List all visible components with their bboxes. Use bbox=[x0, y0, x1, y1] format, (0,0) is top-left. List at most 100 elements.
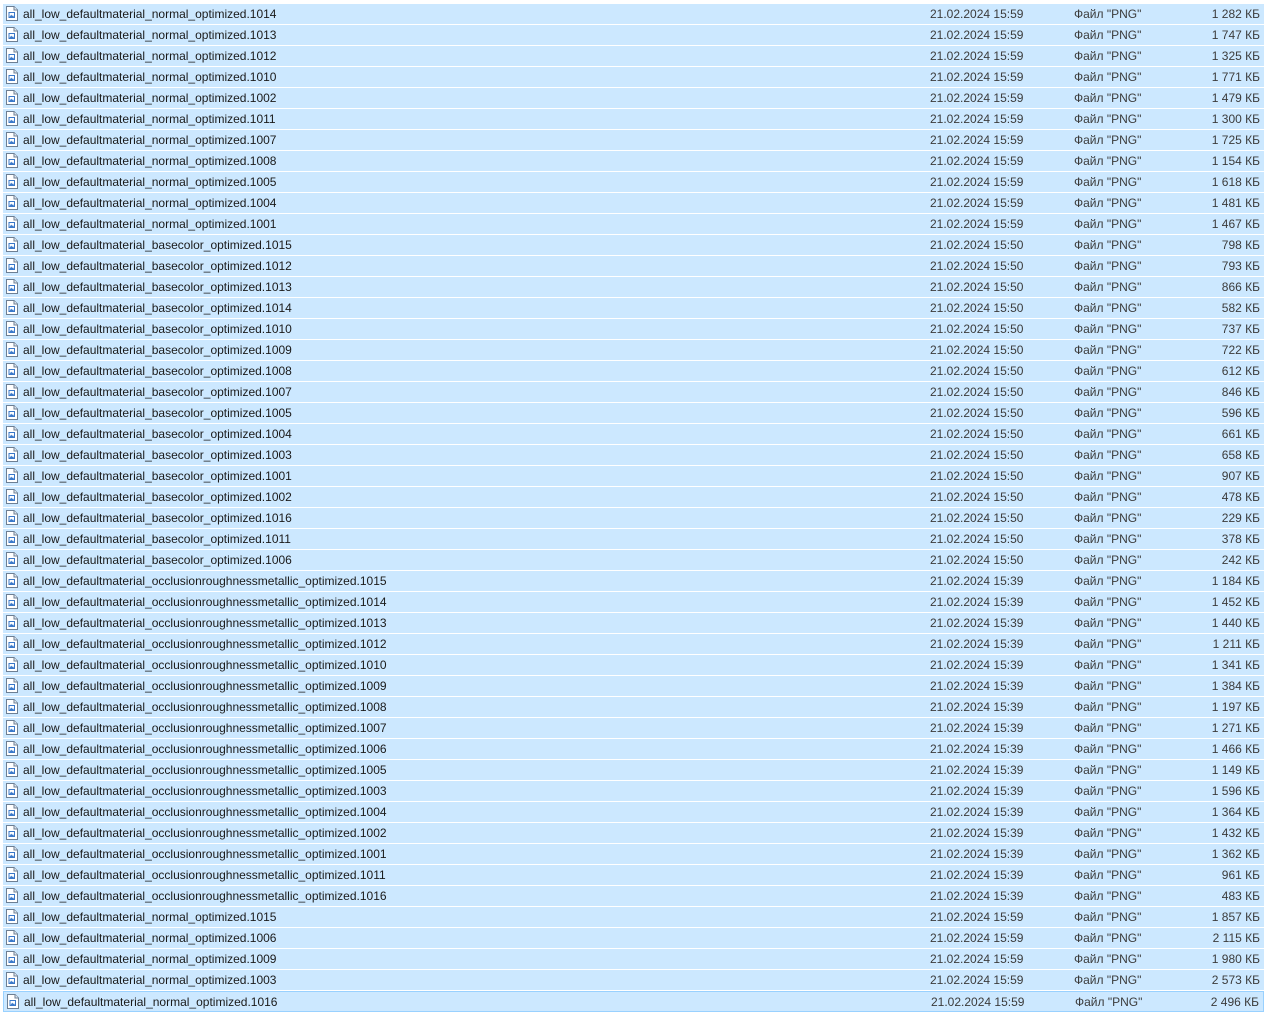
file-row[interactable]: all_low_defaultmaterial_normal_optimized… bbox=[3, 67, 1264, 87]
file-size: 483 КБ bbox=[1221, 889, 1260, 903]
file-row[interactable]: all_low_defaultmaterial_normal_optimized… bbox=[3, 88, 1264, 108]
file-modified-date: 21.02.2024 15:59 bbox=[930, 931, 1024, 945]
file-row[interactable]: all_low_defaultmaterial_occlusionroughne… bbox=[3, 844, 1264, 864]
png-file-icon bbox=[6, 531, 18, 546]
file-row[interactable]: all_low_defaultmaterial_basecolor_optimi… bbox=[3, 235, 1264, 255]
file-row[interactable]: all_low_defaultmaterial_occlusionroughne… bbox=[3, 823, 1264, 843]
file-row[interactable]: all_low_defaultmaterial_basecolor_optimi… bbox=[3, 445, 1264, 465]
file-name: all_low_defaultmaterial_occlusionroughne… bbox=[23, 616, 387, 630]
file-row[interactable]: all_low_defaultmaterial_normal_optimized… bbox=[3, 970, 1264, 990]
file-size: 1 857 КБ bbox=[1211, 910, 1260, 924]
file-row[interactable]: all_low_defaultmaterial_occlusionroughne… bbox=[3, 634, 1264, 654]
file-type: Файл "PNG" bbox=[1074, 700, 1142, 714]
file-size: 961 КБ bbox=[1221, 868, 1260, 882]
file-name: all_low_defaultmaterial_occlusionroughne… bbox=[23, 679, 387, 693]
file-row[interactable]: all_low_defaultmaterial_occlusionroughne… bbox=[3, 613, 1264, 633]
file-type: Файл "PNG" bbox=[1074, 427, 1142, 441]
png-file-icon bbox=[6, 216, 18, 231]
file-type: Файл "PNG" bbox=[1074, 511, 1142, 525]
file-row[interactable]: all_low_defaultmaterial_occlusionroughne… bbox=[3, 676, 1264, 696]
file-row[interactable]: all_low_defaultmaterial_basecolor_optimi… bbox=[3, 361, 1264, 381]
file-row[interactable]: all_low_defaultmaterial_basecolor_optimi… bbox=[3, 319, 1264, 339]
file-row[interactable]: all_low_defaultmaterial_occlusionroughne… bbox=[3, 865, 1264, 885]
file-type: Файл "PNG" bbox=[1074, 952, 1142, 966]
file-row[interactable]: all_low_defaultmaterial_basecolor_optimi… bbox=[3, 466, 1264, 486]
file-name: all_low_defaultmaterial_basecolor_optimi… bbox=[23, 280, 292, 294]
file-modified-date: 21.02.2024 15:50 bbox=[930, 259, 1024, 273]
file-name: all_low_defaultmaterial_basecolor_optimi… bbox=[23, 448, 292, 462]
file-row[interactable]: all_low_defaultmaterial_normal_optimized… bbox=[3, 928, 1264, 948]
file-size: 242 КБ bbox=[1221, 553, 1260, 567]
file-row[interactable]: all_low_defaultmaterial_basecolor_optimi… bbox=[3, 487, 1264, 507]
png-file-icon bbox=[6, 237, 18, 252]
file-modified-date: 21.02.2024 15:59 bbox=[930, 91, 1024, 105]
file-row[interactable]: all_low_defaultmaterial_occlusionroughne… bbox=[3, 571, 1264, 591]
file-name: all_low_defaultmaterial_occlusionroughne… bbox=[23, 805, 387, 819]
file-row[interactable]: all_low_defaultmaterial_basecolor_optimi… bbox=[3, 508, 1264, 528]
file-row[interactable]: all_low_defaultmaterial_normal_optimized… bbox=[3, 214, 1264, 234]
file-row[interactable]: all_low_defaultmaterial_basecolor_optimi… bbox=[3, 298, 1264, 318]
file-modified-date: 21.02.2024 15:39 bbox=[930, 763, 1024, 777]
file-size: 1 440 КБ bbox=[1211, 616, 1260, 630]
file-size: 1 149 КБ bbox=[1211, 763, 1260, 777]
file-row[interactable]: all_low_defaultmaterial_normal_optimized… bbox=[3, 25, 1264, 45]
file-row[interactable]: all_low_defaultmaterial_basecolor_optimi… bbox=[3, 277, 1264, 297]
png-file-icon bbox=[6, 510, 18, 525]
file-size: 1 364 КБ bbox=[1211, 805, 1260, 819]
file-row[interactable]: all_low_defaultmaterial_normal_optimized… bbox=[3, 907, 1264, 927]
png-file-icon bbox=[6, 6, 18, 21]
png-file-icon bbox=[6, 27, 18, 42]
png-file-icon bbox=[6, 342, 18, 357]
file-name: all_low_defaultmaterial_occlusionroughne… bbox=[23, 595, 387, 609]
file-type: Файл "PNG" bbox=[1074, 364, 1142, 378]
file-row[interactable]: all_low_defaultmaterial_occlusionroughne… bbox=[3, 697, 1264, 717]
file-name: all_low_defaultmaterial_occlusionroughne… bbox=[23, 700, 387, 714]
png-file-icon bbox=[6, 825, 18, 840]
file-row[interactable]: all_low_defaultmaterial_normal_optimized… bbox=[3, 46, 1264, 66]
file-row[interactable]: all_low_defaultmaterial_normal_optimized… bbox=[3, 151, 1264, 171]
png-file-icon bbox=[6, 678, 18, 693]
png-file-icon bbox=[6, 132, 18, 147]
file-modified-date: 21.02.2024 15:50 bbox=[930, 427, 1024, 441]
file-row[interactable]: all_low_defaultmaterial_normal_optimized… bbox=[3, 109, 1264, 129]
file-row[interactable]: all_low_defaultmaterial_occlusionroughne… bbox=[3, 760, 1264, 780]
file-modified-date: 21.02.2024 15:39 bbox=[930, 658, 1024, 672]
file-row[interactable]: all_low_defaultmaterial_normal_optimized… bbox=[3, 991, 1264, 1012]
file-type: Файл "PNG" bbox=[1074, 847, 1142, 861]
file-row[interactable]: all_low_defaultmaterial_occlusionroughne… bbox=[3, 781, 1264, 801]
file-name: all_low_defaultmaterial_basecolor_optimi… bbox=[23, 385, 292, 399]
file-row[interactable]: all_low_defaultmaterial_normal_optimized… bbox=[3, 949, 1264, 969]
file-row[interactable]: all_low_defaultmaterial_occlusionroughne… bbox=[3, 718, 1264, 738]
file-modified-date: 21.02.2024 15:59 bbox=[930, 910, 1024, 924]
png-file-icon bbox=[6, 552, 18, 567]
file-modified-date: 21.02.2024 15:39 bbox=[930, 574, 1024, 588]
file-modified-date: 21.02.2024 15:50 bbox=[930, 238, 1024, 252]
file-row[interactable]: all_low_defaultmaterial_basecolor_optimi… bbox=[3, 403, 1264, 423]
file-type: Файл "PNG" bbox=[1074, 826, 1142, 840]
file-size: 1 362 КБ bbox=[1211, 847, 1260, 861]
file-row[interactable]: all_low_defaultmaterial_basecolor_optimi… bbox=[3, 382, 1264, 402]
file-size: 612 КБ bbox=[1221, 364, 1260, 378]
file-size: 737 КБ bbox=[1221, 322, 1260, 336]
file-size: 1 184 КБ bbox=[1211, 574, 1260, 588]
file-row[interactable]: all_low_defaultmaterial_occlusionroughne… bbox=[3, 655, 1264, 675]
file-size: 2 496 КБ bbox=[1210, 995, 1259, 1009]
file-row[interactable]: all_low_defaultmaterial_normal_optimized… bbox=[3, 172, 1264, 192]
file-row[interactable]: all_low_defaultmaterial_occlusionroughne… bbox=[3, 802, 1264, 822]
file-row[interactable]: all_low_defaultmaterial_occlusionroughne… bbox=[3, 592, 1264, 612]
png-file-icon bbox=[6, 867, 18, 882]
png-file-icon bbox=[6, 951, 18, 966]
file-row[interactable]: all_low_defaultmaterial_basecolor_optimi… bbox=[3, 340, 1264, 360]
file-row[interactable]: all_low_defaultmaterial_occlusionroughne… bbox=[3, 739, 1264, 759]
file-type: Файл "PNG" bbox=[1074, 154, 1142, 168]
file-row[interactable]: all_low_defaultmaterial_basecolor_optimi… bbox=[3, 424, 1264, 444]
file-name: all_low_defaultmaterial_occlusionroughne… bbox=[23, 763, 387, 777]
png-file-icon bbox=[6, 615, 18, 630]
file-row[interactable]: all_low_defaultmaterial_basecolor_optimi… bbox=[3, 256, 1264, 276]
file-row[interactable]: all_low_defaultmaterial_occlusionroughne… bbox=[3, 886, 1264, 906]
file-row[interactable]: all_low_defaultmaterial_normal_optimized… bbox=[3, 4, 1264, 24]
file-row[interactable]: all_low_defaultmaterial_basecolor_optimi… bbox=[3, 550, 1264, 570]
file-row[interactable]: all_low_defaultmaterial_normal_optimized… bbox=[3, 130, 1264, 150]
file-row[interactable]: all_low_defaultmaterial_normal_optimized… bbox=[3, 193, 1264, 213]
file-row[interactable]: all_low_defaultmaterial_basecolor_optimi… bbox=[3, 529, 1264, 549]
